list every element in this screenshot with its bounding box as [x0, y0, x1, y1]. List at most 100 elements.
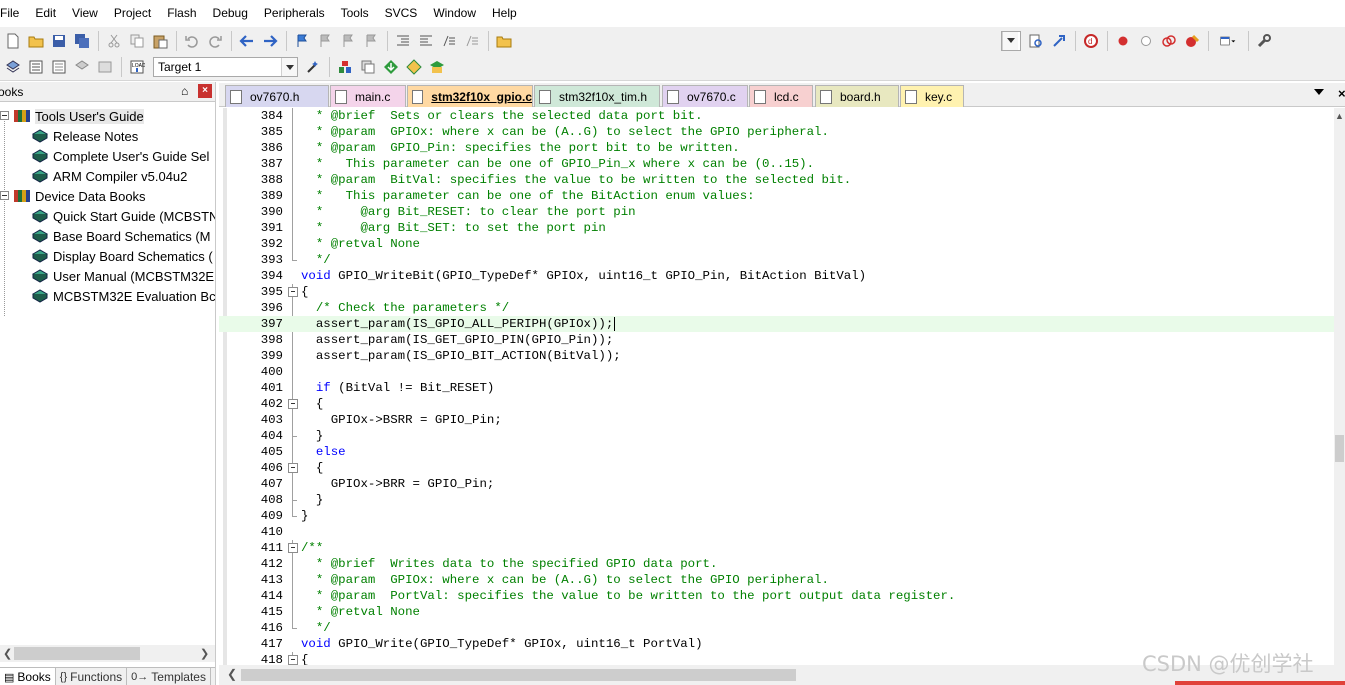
- target-select[interactable]: Target 1: [153, 57, 298, 77]
- code-line[interactable]: 402 {: [219, 396, 1334, 412]
- kill-breakpoints-icon[interactable]: [1181, 30, 1203, 52]
- code-editor[interactable]: 384 * @brief Sets or clears the selected…: [219, 108, 1334, 665]
- code-line[interactable]: 399 assert_param(IS_GPIO_BIT_ACTION(BitV…: [219, 348, 1334, 364]
- code-line[interactable]: 386 * @param GPIO_Pin: specifies the por…: [219, 140, 1334, 156]
- menu-svcs[interactable]: SVCS: [377, 0, 426, 27]
- rebuild-icon[interactable]: [48, 56, 70, 78]
- code-line[interactable]: 416 */: [219, 620, 1334, 636]
- editor-vertical-scrollbar[interactable]: ▲: [1334, 108, 1345, 665]
- translate-icon[interactable]: [2, 56, 24, 78]
- code-line[interactable]: 401 if (BitVal != Bit_RESET): [219, 380, 1334, 396]
- redo-icon[interactable]: [204, 30, 226, 52]
- stop-build-icon[interactable]: [94, 56, 116, 78]
- tab-ov7670-c[interactable]: ov7670.c: [662, 85, 748, 107]
- code-line[interactable]: 387 * This parameter can be one of GPIO_…: [219, 156, 1334, 172]
- manage-project-icon[interactable]: [334, 56, 356, 78]
- tree-node-tools-users-guide[interactable]: Tools User's Guide: [0, 106, 215, 126]
- comment-icon[interactable]: [438, 30, 460, 52]
- new-file-icon[interactable]: [2, 30, 24, 52]
- copy-icon[interactable]: [126, 30, 148, 52]
- incremental-find-icon[interactable]: [1048, 30, 1070, 52]
- tree-node-complete-users-guide[interactable]: Complete User's Guide Sel: [0, 146, 215, 166]
- nav-back-icon[interactable]: [236, 30, 258, 52]
- code-line[interactable]: 400: [219, 364, 1334, 380]
- scroll-thumb[interactable]: [241, 669, 796, 681]
- tree-node-quick-start-guide[interactable]: Quick Start Guide (MCBSTN: [0, 206, 215, 226]
- tab-ov7670-h[interactable]: ov7670.h: [225, 85, 329, 107]
- code-line[interactable]: 414 * @param PortVal: specifies the valu…: [219, 588, 1334, 604]
- file-extensions-icon[interactable]: [357, 56, 379, 78]
- code-line[interactable]: 389 * This parameter can be one of the B…: [219, 188, 1334, 204]
- batch-build-icon[interactable]: [71, 56, 93, 78]
- code-line[interactable]: 397 assert_param(IS_GPIO_ALL_PERIPH(GPIO…: [219, 316, 1334, 332]
- tab-key-c[interactable]: key.c: [900, 85, 964, 107]
- code-line[interactable]: 392 * @retval None: [219, 236, 1334, 252]
- books-horizontal-scrollbar[interactable]: ❮ ❯: [0, 645, 215, 662]
- tree-node-user-manual[interactable]: User Manual (MCBSTM32E: [0, 266, 215, 286]
- code-line[interactable]: 406 {: [219, 460, 1334, 476]
- code-line[interactable]: 409}: [219, 508, 1334, 524]
- disable-all-breakpoints-icon[interactable]: [1158, 30, 1180, 52]
- code-line[interactable]: 385 * @param GPIOx: where x can be (A..G…: [219, 124, 1334, 140]
- code-line[interactable]: 390 * @arg Bit_RESET: to clear the port …: [219, 204, 1334, 220]
- undo-icon[interactable]: [181, 30, 203, 52]
- paste-icon[interactable]: [149, 30, 171, 52]
- close-tab-icon[interactable]: ×: [1338, 86, 1345, 101]
- disable-breakpoint-icon[interactable]: [1135, 30, 1157, 52]
- build-icon[interactable]: [25, 56, 47, 78]
- window-layout-icon[interactable]: [1213, 30, 1243, 52]
- code-line[interactable]: 393 */: [219, 252, 1334, 268]
- tree-node-device-data-books[interactable]: Device Data Books: [0, 186, 215, 206]
- code-line[interactable]: 384 * @brief Sets or clears the selected…: [219, 108, 1334, 124]
- tab-main-c[interactable]: main.c: [330, 85, 406, 107]
- menu-view[interactable]: View: [64, 0, 106, 27]
- configure-icon[interactable]: [1253, 30, 1275, 52]
- code-line[interactable]: 391 * @arg Bit_SET: to set the port pin: [219, 220, 1334, 236]
- tab-templates[interactable]: 0→ Templates: [127, 668, 211, 685]
- find-combo[interactable]: [1001, 30, 1021, 51]
- prev-bookmark-icon[interactable]: [314, 30, 336, 52]
- debug-session-icon[interactable]: d: [1080, 30, 1102, 52]
- code-line[interactable]: 412 * @brief Writes data to the specifie…: [219, 556, 1334, 572]
- code-line[interactable]: 404 }: [219, 428, 1334, 444]
- chevron-down-icon[interactable]: [1002, 31, 1018, 50]
- tab-functions[interactable]: {} Functions: [56, 668, 128, 685]
- tab-stm32f10x-tim-h[interactable]: stm32f10x_tim.h: [534, 85, 660, 107]
- scroll-left-icon[interactable]: ❮: [3, 647, 12, 660]
- menu-window[interactable]: Window: [425, 0, 484, 27]
- tab-board-h[interactable]: board.h: [815, 85, 899, 107]
- code-line[interactable]: 398 assert_param(IS_GET_GPIO_PIN(GPIO_Pi…: [219, 332, 1334, 348]
- open-folder-icon[interactable]: [25, 30, 47, 52]
- scroll-up-icon[interactable]: ▲: [1335, 111, 1344, 121]
- find-icon[interactable]: [1025, 30, 1047, 52]
- menu-flash[interactable]: Flash: [159, 0, 204, 27]
- close-icon[interactable]: ×: [198, 84, 212, 98]
- collapse-icon[interactable]: [0, 191, 9, 200]
- menu-project[interactable]: Project: [106, 0, 159, 27]
- save-all-icon[interactable]: [71, 30, 93, 52]
- find-in-files-icon[interactable]: [493, 30, 515, 52]
- menu-tools[interactable]: Tools: [333, 0, 377, 27]
- tree-node-display-board-schematics[interactable]: Display Board Schematics (: [0, 246, 215, 266]
- pack-installer-icon[interactable]: [380, 56, 402, 78]
- code-line[interactable]: 410: [219, 524, 1334, 540]
- tab-books[interactable]: ▤ Books: [0, 668, 56, 685]
- code-line[interactable]: 407 GPIOx->BRR = GPIO_Pin;: [219, 476, 1334, 492]
- code-line[interactable]: 394 void GPIO_WriteBit(GPIO_TypeDef* GPIO…: [219, 268, 1334, 284]
- target-options-icon[interactable]: [302, 56, 324, 78]
- select-packs-icon[interactable]: [403, 56, 425, 78]
- tree-node-arm-compiler[interactable]: ARM Compiler v5.04u2: [0, 166, 215, 186]
- code-line[interactable]: 403 GPIOx->BSRR = GPIO_Pin;: [219, 412, 1334, 428]
- menu-file[interactable]: File: [0, 0, 27, 27]
- nav-forward-icon[interactable]: [259, 30, 281, 52]
- code-line[interactable]: 411 /**: [219, 540, 1334, 556]
- chevron-down-icon[interactable]: [281, 58, 297, 76]
- cut-icon[interactable]: [103, 30, 125, 52]
- tab-list-dropdown-icon[interactable]: [1314, 89, 1324, 95]
- next-bookmark-icon[interactable]: [337, 30, 359, 52]
- scroll-left-icon[interactable]: ❮: [227, 667, 237, 681]
- code-line[interactable]: 415 * @retval None: [219, 604, 1334, 620]
- code-line[interactable]: 396 /* Check the parameters */: [219, 300, 1334, 316]
- pin-icon[interactable]: ⌂: [181, 84, 188, 98]
- tree-node-release-notes[interactable]: Release Notes: [0, 126, 215, 146]
